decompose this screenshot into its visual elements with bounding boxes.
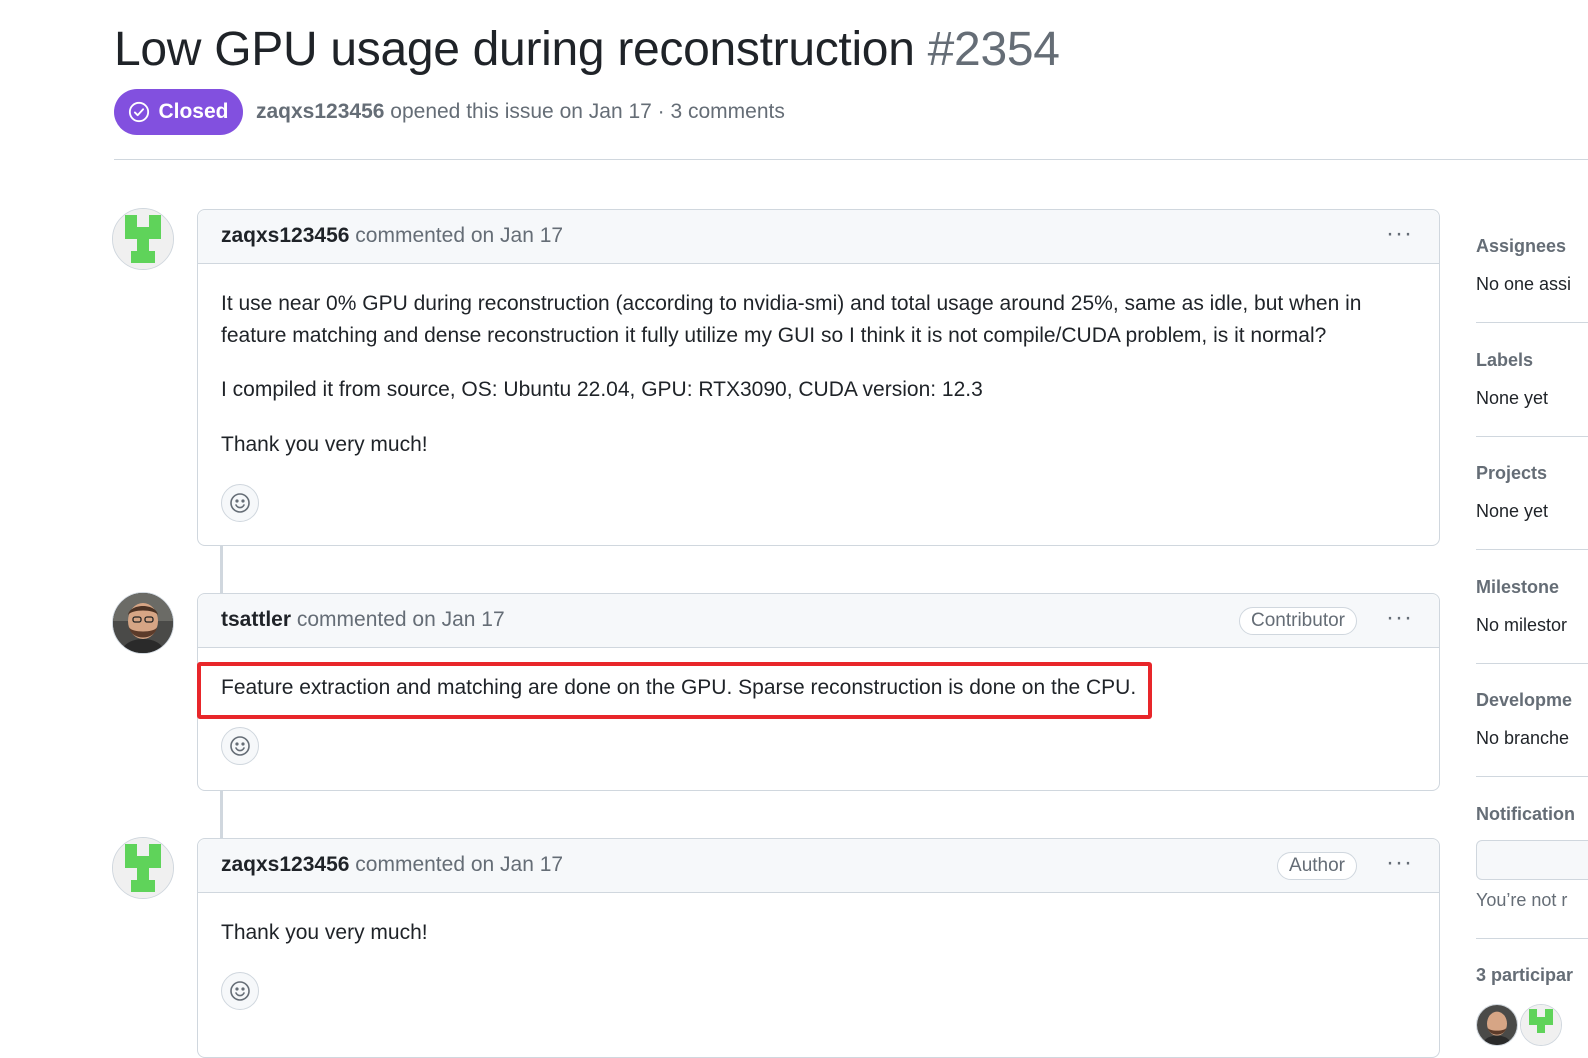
avatar[interactable] (112, 592, 174, 654)
sidebar-divider (1476, 436, 1588, 437)
check-circle-icon (129, 101, 150, 123)
timeline-connector (220, 791, 223, 839)
comment-header: zaqxs123456 commented on Jan 17 Author ·… (198, 839, 1439, 893)
issue-meta-text: opened this issue on Jan 17 · 3 comments (384, 100, 785, 123)
issue-state-label: Closed (158, 100, 229, 123)
sidebar-divider (1476, 663, 1588, 664)
comment-author-link[interactable]: zaqxs123456 (221, 224, 349, 247)
comment-meta: zaqxs123456 commented on Jan 17 (221, 853, 563, 877)
user-photo-avatar-icon (1477, 1005, 1517, 1045)
issue-meta: zaqxs123456 opened this issue on Jan 17 … (256, 100, 785, 124)
comment-timestamp[interactable]: commented on Jan 17 (291, 608, 505, 631)
identicon-avatar-icon (113, 209, 173, 269)
issue-state-badge: Closed (114, 89, 243, 135)
comment-header: tsattler commented on Jan 17 Contributor… (198, 594, 1439, 648)
add-reaction-button[interactable] (221, 727, 259, 765)
comment-paragraph: It use near 0% GPU during reconstruction… (221, 292, 1362, 347)
sidebar-projects-heading[interactable]: Projects (1476, 463, 1547, 484)
add-reaction-button[interactable] (221, 972, 259, 1010)
sidebar-labels-heading[interactable]: Labels (1476, 350, 1533, 371)
sidebar-notifications-heading: Notification (1476, 804, 1575, 824)
sidebar-assignees-heading[interactable]: Assignees (1476, 236, 1566, 257)
sidebar-divider (1476, 776, 1588, 777)
sidebar-milestone-value: No milestor (1476, 615, 1568, 635)
add-reaction-button[interactable] (221, 484, 259, 522)
comment-paragraph: I compiled it from source, OS: Ubuntu 22… (221, 378, 983, 401)
comment: zaqxs123456 commented on Jan 17 Author ·… (197, 838, 1440, 1058)
sidebar-divider (1476, 322, 1588, 323)
issue-number: #2354 (927, 23, 1060, 76)
sidebar-notifications-note: You’re not r (1476, 890, 1568, 910)
kebab-horizontal-icon[interactable]: ··· (1386, 606, 1413, 630)
comment-header: zaqxs123456 commented on Jan 17 ··· (198, 210, 1439, 264)
sidebar-participants-heading: 3 participar (1476, 965, 1574, 985)
sidebar-projects-value: None yet (1476, 501, 1549, 521)
participant-avatar[interactable] (1520, 1004, 1562, 1046)
user-photo-avatar-icon (113, 593, 173, 653)
sidebar-divider (1476, 549, 1588, 550)
avatar[interactable] (112, 837, 174, 899)
participant-avatar[interactable] (1476, 1004, 1518, 1046)
kebab-horizontal-icon[interactable]: ··· (1386, 851, 1413, 875)
comment-meta: tsattler commented on Jan 17 (221, 608, 505, 632)
avatar[interactable] (112, 208, 174, 270)
header-divider (114, 159, 1588, 160)
comment-timestamp[interactable]: commented on Jan 17 (349, 224, 563, 247)
sidebar-development-value: No branche (1476, 728, 1570, 748)
comment-author-link[interactable]: zaqxs123456 (221, 853, 349, 876)
sidebar-divider (1476, 938, 1588, 939)
author-badge: Author (1277, 852, 1357, 880)
sidebar-labels-value: None yet (1476, 388, 1549, 408)
subscribe-button[interactable] (1476, 840, 1588, 880)
issue-author-link[interactable]: zaqxs123456 (256, 100, 384, 123)
comment-timestamp[interactable]: commented on Jan 17 (349, 853, 563, 876)
highlight-annotation-box (197, 662, 1152, 719)
timeline-connector (220, 546, 223, 594)
contributor-badge: Contributor (1239, 607, 1357, 635)
sidebar-assignees-value: No one assi (1476, 274, 1572, 294)
sidebar-milestone-heading[interactable]: Milestone (1476, 577, 1559, 598)
kebab-horizontal-icon[interactable]: ··· (1386, 222, 1413, 246)
smiley-icon (230, 736, 250, 756)
sidebar-development-heading[interactable]: Developme (1476, 690, 1572, 711)
comment: zaqxs123456 commented on Jan 17 ··· It u… (197, 209, 1440, 546)
issue-title-text: Low GPU usage during reconstruction (114, 23, 915, 76)
identicon-avatar-icon (1521, 1005, 1561, 1045)
comment-author-link[interactable]: tsattler (221, 608, 291, 631)
smiley-icon (230, 493, 250, 513)
identicon-avatar-icon (113, 838, 173, 898)
comment-meta: zaqxs123456 commented on Jan 17 (221, 224, 563, 248)
comment-paragraph: Thank you very much! (221, 921, 428, 944)
issue-sidebar: Assignees No one assi Labels None yet Pr… (1476, 0, 1588, 1047)
comment-paragraph: Thank you very much! (221, 433, 428, 456)
issue-title: Low GPU usage during reconstruction #235… (114, 22, 1060, 77)
smiley-icon (230, 981, 250, 1001)
